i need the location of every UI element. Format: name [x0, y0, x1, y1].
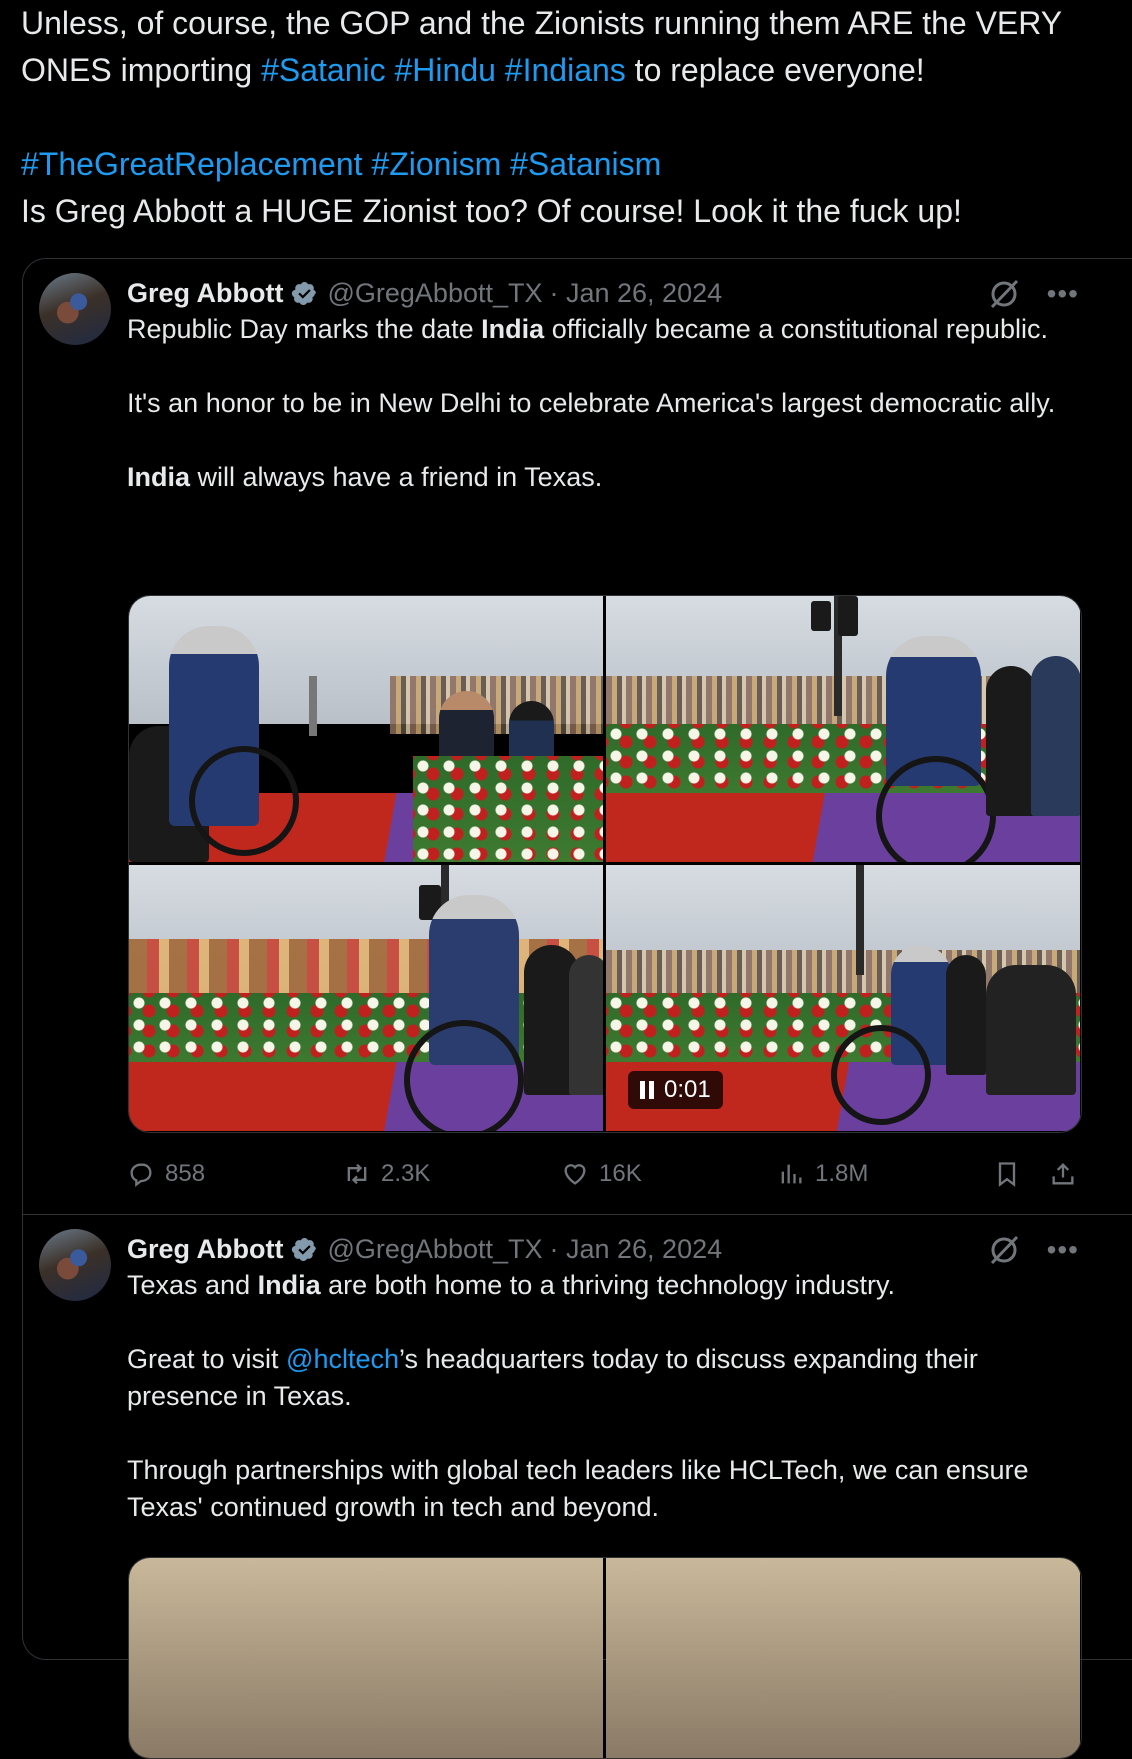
media-grid: 0:01 [128, 595, 1082, 1133]
mention-hcltech[interactable]: @hcltech [286, 1344, 399, 1374]
post-line-1: Unless, of course, the GOP and the Zioni… [21, 5, 1063, 41]
more-icon[interactable]: ••• [1047, 1236, 1079, 1264]
tweet-paragraph-2: It's an honor to be in New Delhi to cele… [127, 388, 1056, 418]
grok-icon[interactable] [987, 1233, 1021, 1267]
author-handle[interactable]: @GregAbbott_TX [327, 278, 542, 309]
hashtag-zionism[interactable]: #Zionism [371, 146, 501, 182]
avatar[interactable] [39, 273, 111, 345]
tweet-header-actions: ••• [987, 1233, 1079, 1267]
verified-badge-icon [292, 281, 317, 305]
avatar[interactable] [39, 1229, 111, 1301]
views-count: 1.8M [815, 1160, 869, 1187]
author-name[interactable]: Greg Abbott [127, 278, 283, 309]
pause-icon[interactable] [640, 1081, 654, 1099]
tweet-header: Greg Abbott @GregAbbott_TX · Jan 26, 202… [127, 273, 722, 313]
post-hashtags-line: #TheGreatReplacement #Zionism #Satanism [21, 141, 1132, 188]
post-line-2: ONES importing #Satanic #Hindu #Indians … [21, 52, 925, 88]
hashtag-satanism[interactable]: #Satanism [510, 146, 661, 182]
tweet-date[interactable]: · Jan 26, 2024 [550, 278, 723, 309]
video-thumbnail[interactable]: 0:01 [606, 865, 1080, 1131]
grok-icon[interactable] [987, 277, 1021, 311]
views-icon [781, 1164, 802, 1184]
reply-count: 858 [165, 1160, 206, 1187]
tweet-actions: 858 2.3K 16K 1.8M [127, 1154, 1087, 1194]
media-grid [128, 1557, 1082, 1759]
author-handle[interactable]: @GregAbbott_TX [327, 1234, 542, 1265]
photo-2[interactable] [606, 596, 1080, 862]
views-button[interactable]: 1.8M [777, 1160, 868, 1188]
video-time: 0:01 [664, 1076, 711, 1103]
hashtag-thegreatreplacement[interactable]: #TheGreatReplacement [21, 146, 363, 182]
photo-3[interactable] [129, 865, 603, 1131]
like-button[interactable]: 16K [561, 1160, 642, 1188]
photo-1[interactable] [129, 1558, 603, 1758]
quoted-tweet[interactable]: Greg Abbott @GregAbbott_TX · Jan 26, 202… [23, 259, 1132, 1215]
more-icon[interactable]: ••• [1047, 280, 1079, 308]
tweet-paragraph-2: Great to visit @hcltech’s headquarters t… [127, 1344, 978, 1411]
tweet-paragraph-1: Republic Day marks the date India offici… [127, 314, 1048, 344]
reply-button[interactable]: 858 [127, 1160, 205, 1188]
video-timestamp[interactable]: 0:01 [628, 1071, 723, 1109]
tweet-paragraph-3: India will always have a friend in Texas… [127, 462, 603, 492]
verified-badge-icon [292, 1237, 317, 1261]
tweet-text: Republic Day marks the date India offici… [127, 311, 1087, 496]
tweet-paragraph-1: Texas and India are both home to a thriv… [127, 1270, 895, 1300]
tweet-header-actions: ••• [987, 277, 1079, 311]
post-text: Unless, of course, the GOP and the Zioni… [21, 0, 1132, 235]
reply-icon [130, 1163, 152, 1187]
post-line-4: Is Greg Abbott a HUGE Zionist too? Of co… [21, 193, 962, 229]
tweet-header: Greg Abbott @GregAbbott_TX · Jan 26, 202… [127, 1229, 722, 1269]
share-icon [1052, 1163, 1074, 1185]
photo-2[interactable] [606, 1558, 1080, 1758]
tweet-date[interactable]: · Jan 26, 2024 [550, 1234, 723, 1265]
like-count: 16K [599, 1160, 642, 1187]
repost-icon [347, 1163, 367, 1185]
hashtag-indians[interactable]: #Indians [505, 52, 626, 88]
quoted-thread-card[interactable]: Greg Abbott @GregAbbott_TX · Jan 26, 202… [22, 258, 1132, 1759]
tweet-text: Texas and India are both home to a thriv… [127, 1267, 1087, 1526]
tweet-paragraph-3: Through partnerships with global tech le… [127, 1455, 1029, 1522]
bookmark-button[interactable] [993, 1160, 1021, 1188]
repost-count: 2.3K [381, 1160, 431, 1187]
author-name[interactable]: Greg Abbott [127, 1234, 283, 1265]
photo-1[interactable] [129, 596, 603, 862]
like-icon [564, 1164, 586, 1185]
bookmark-icon [998, 1162, 1016, 1187]
hashtag-satanic[interactable]: #Satanic [261, 52, 386, 88]
quoted-tweet-2[interactable]: Greg Abbott @GregAbbott_TX · Jan 26, 202… [23, 1215, 1132, 1759]
share-button[interactable] [1049, 1160, 1077, 1188]
repost-button[interactable]: 2.3K [343, 1160, 430, 1188]
hashtag-hindu[interactable]: #Hindu [395, 52, 496, 88]
